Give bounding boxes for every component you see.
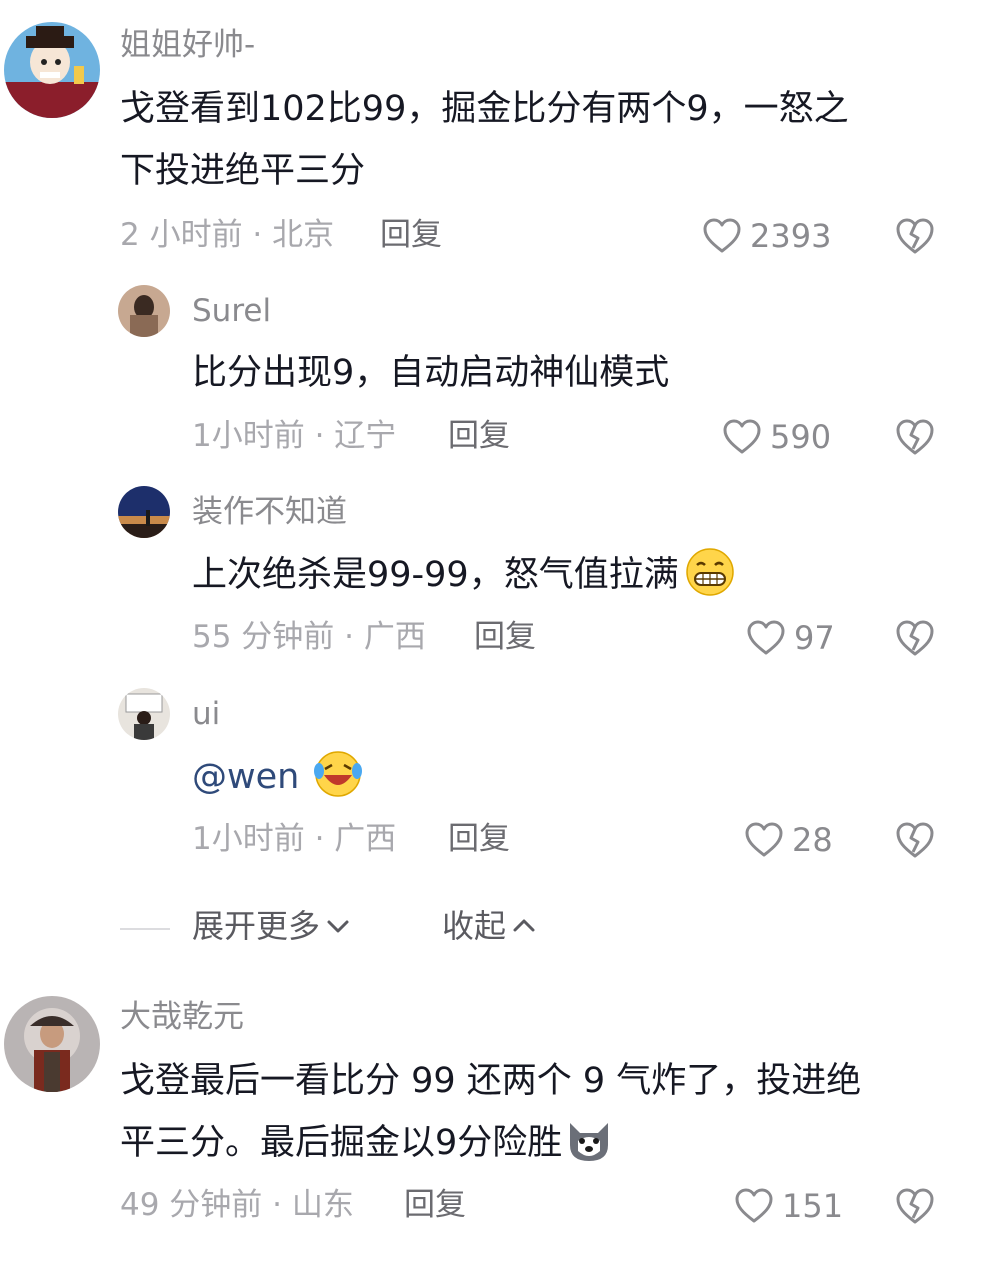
thread-divider — [120, 928, 170, 930]
expand-label: 展开更多 — [192, 907, 321, 945]
dislike-button[interactable] — [894, 618, 936, 658]
laughing-tears-emoji — [313, 749, 363, 799]
broken-heart-icon — [894, 216, 936, 256]
like-count: 28 — [792, 821, 833, 859]
landscape-avatar-icon — [118, 486, 170, 538]
grinning-emoji — [685, 547, 735, 597]
comment-username[interactable]: 姐姐好帅- — [120, 30, 255, 61]
avatar[interactable] — [4, 22, 100, 118]
reply-button[interactable]: 回复 — [380, 220, 442, 251]
comment-meta: 55 分钟前 · 广西 — [192, 619, 426, 655]
like-button[interactable]: 28 — [744, 820, 833, 860]
comment-meta: 1小时前 · 辽宁 — [192, 418, 397, 454]
comment-text: 上次绝杀是99-99，怒气值拉满 — [192, 544, 735, 606]
broken-heart-icon — [894, 417, 936, 457]
comment-username[interactable]: Surel — [192, 296, 271, 327]
heart-outline-icon — [746, 619, 786, 657]
comment-username[interactable]: 大哉乾元 — [120, 1002, 244, 1033]
comment-meta: 2 小时前 · 北京 — [120, 217, 335, 253]
photo-avatar-icon — [118, 688, 170, 740]
heart-outline-icon — [734, 1187, 774, 1225]
husky-emoji — [564, 1115, 614, 1165]
chevron-up-icon — [510, 912, 538, 940]
comment-text-line: 比分出现9，自动启动神仙模式 — [192, 353, 670, 393]
comment-text-line: 戈登最后一看比分 99 还两个 9 气炸了，投进绝 — [120, 1061, 862, 1101]
dislike-button[interactable] — [894, 820, 936, 860]
broken-heart-icon — [894, 1186, 936, 1226]
comment-text-line: 平三分。最后掘金以9分险胜 — [120, 1123, 563, 1163]
comment-text: 比分出现9，自动启动神仙模式 — [192, 342, 669, 404]
comment-text: 戈登最后一看比分 99 还两个 9 气炸了，投进绝 平三分。最后掘金以9分险胜 — [120, 1050, 861, 1174]
comment-text: 戈登看到102比99，掘金比分有两个9，一怒之 下投进绝平三分 — [120, 78, 849, 202]
collapse-button[interactable]: 收起 — [442, 910, 538, 942]
dislike-button[interactable] — [894, 1186, 936, 1226]
like-button[interactable]: 590 — [722, 417, 831, 457]
heart-outline-icon — [744, 821, 784, 859]
reply-button[interactable]: 回复 — [474, 622, 536, 653]
broken-heart-icon — [894, 618, 936, 658]
comment-meta: 49 分钟前 · 山东 — [120, 1187, 354, 1223]
heart-outline-icon — [722, 418, 762, 456]
comment-username[interactable]: 装作不知道 — [192, 497, 347, 528]
like-count: 590 — [770, 418, 832, 456]
avatar[interactable] — [4, 996, 100, 1092]
reply-button[interactable]: 回复 — [448, 824, 510, 855]
comment-text-line: 下投进绝平三分 — [120, 151, 366, 191]
warrior-avatar-icon — [4, 996, 100, 1092]
collapse-label: 收起 — [442, 907, 507, 945]
comment-username[interactable]: ui — [192, 699, 220, 730]
like-count: 151 — [782, 1187, 844, 1225]
cartoon-avatar-icon — [4, 22, 100, 118]
avatar[interactable] — [118, 285, 170, 337]
photo-avatar-icon — [118, 285, 170, 337]
comment-text-line: 上次绝杀是99-99，怒气值拉满 — [192, 555, 679, 595]
chevron-down-icon — [324, 912, 352, 940]
like-button[interactable]: 2393 — [702, 216, 831, 256]
dislike-button[interactable] — [894, 417, 936, 457]
heart-outline-icon — [702, 217, 742, 255]
like-count: 2393 — [750, 217, 832, 255]
broken-heart-icon — [894, 820, 936, 860]
dislike-button[interactable] — [894, 216, 936, 256]
avatar[interactable] — [118, 688, 170, 740]
avatar[interactable] — [118, 486, 170, 538]
reply-button[interactable]: 回复 — [404, 1190, 466, 1221]
reply-button[interactable]: 回复 — [448, 421, 510, 452]
comment-text-line: 戈登看到102比99，掘金比分有两个9，一怒之 — [120, 89, 849, 129]
like-button[interactable]: 151 — [734, 1186, 843, 1226]
comment-meta: 1小时前 · 广西 — [192, 821, 397, 857]
mention-link[interactable]: @wen — [192, 757, 299, 797]
like-count: 97 — [794, 619, 835, 657]
like-button[interactable]: 97 — [746, 618, 835, 658]
expand-more-button[interactable]: 展开更多 — [192, 910, 352, 942]
comment-text: @wen — [192, 746, 363, 808]
